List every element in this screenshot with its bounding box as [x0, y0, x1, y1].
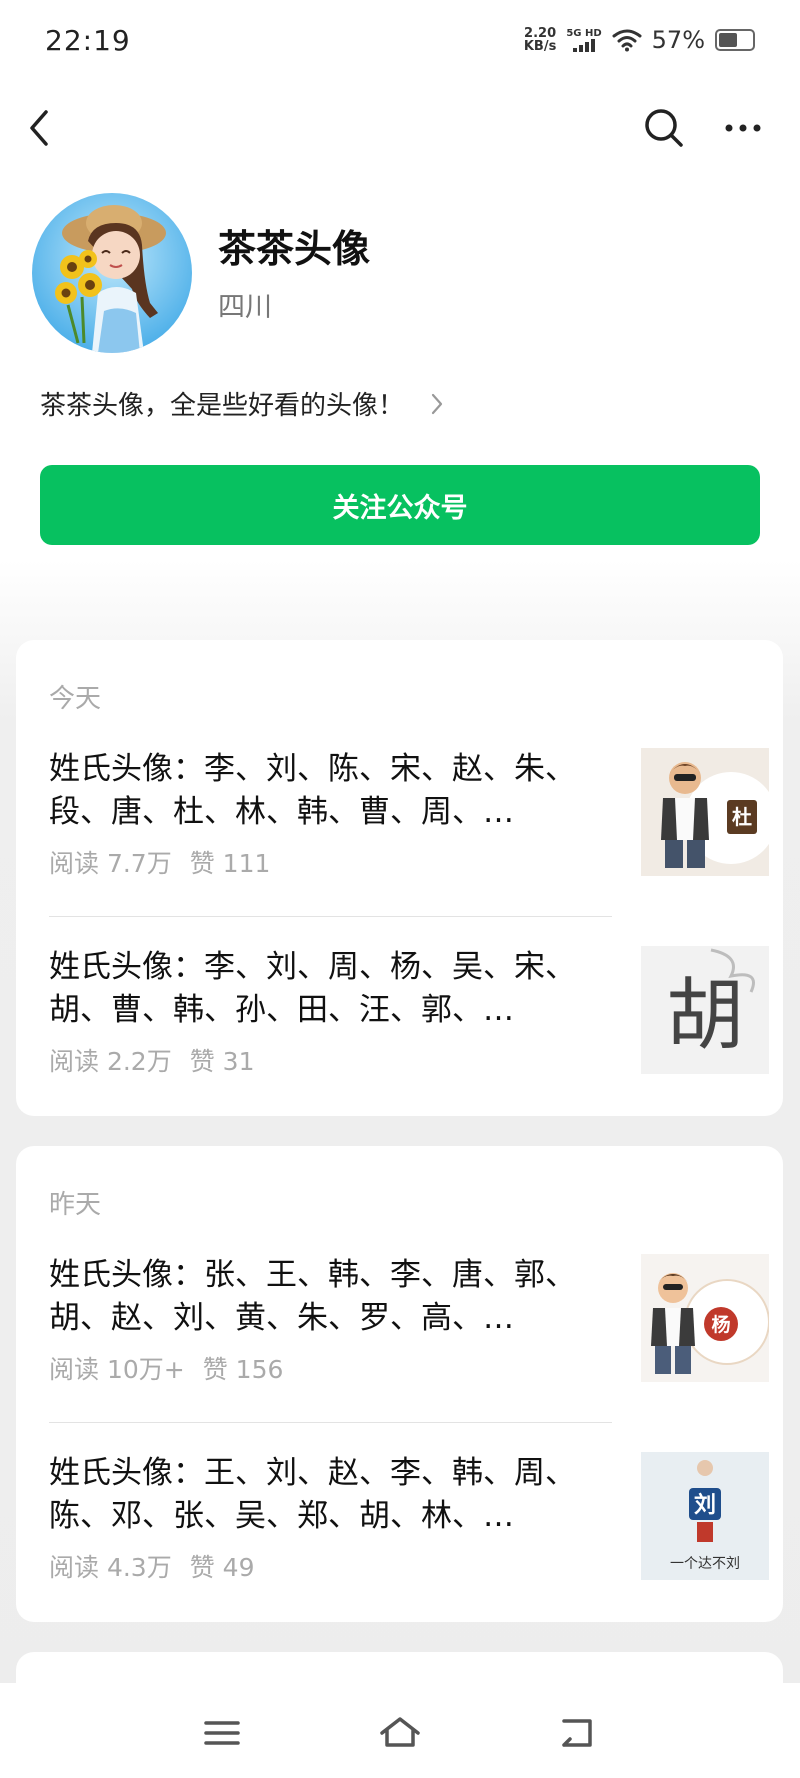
battery-percent: 57% — [651, 26, 705, 54]
svg-text:杨: 杨 — [711, 1313, 730, 1336]
article-meta: 阅读 10万+ 赞 156 — [49, 1350, 283, 1386]
article-thumbnail: 刘 一个达不刘 — [641, 1452, 769, 1580]
article-item[interactable]: 姓氏头像：李、刘、周、杨、吴、宋、胡、曹、韩、孙、田、汪、郭、… 阅读 2.2万… — [49, 946, 769, 1076]
article-item[interactable]: 姓氏头像：王、刘、赵、李、韩、周、陈、邓、张、吴、郑、胡、林、… 阅读 4.3万… — [49, 1452, 769, 1582]
article-title: 姓氏头像：李、刘、周、杨、吴、宋、胡、曹、韩、孙、田、汪、郭、… — [49, 949, 576, 1028]
article-thumbnail: 胡 — [641, 946, 769, 1074]
article-title: 姓氏头像：李、刘、陈、宋、赵、朱、段、唐、杜、林、韩、曹、周、… — [49, 751, 576, 830]
svg-text:一个达不刘: 一个达不刘 — [670, 1556, 740, 1572]
article-meta: 阅读 7.7万赞 111 — [49, 844, 270, 880]
group-date: 昨天 — [49, 1190, 102, 1220]
article-reads: 阅读 7.7万 — [49, 849, 172, 878]
article-thumbnail: 杨 — [641, 1254, 769, 1382]
follow-button[interactable]: 关注公众号 — [40, 465, 760, 545]
article-item[interactable]: 姓氏头像：张、王、韩、李、唐、郭、胡、赵、刘、黄、朱、罗、高、… 阅读 10万+… — [49, 1254, 769, 1384]
back-icon[interactable] — [556, 1713, 600, 1753]
account-intro-text: 茶茶头像，全是些好看的头像！ — [40, 391, 405, 421]
status-time: 22:19 — [45, 24, 131, 57]
article-likes: 赞 31 — [189, 1047, 255, 1076]
article-likes: 赞 111 — [189, 849, 271, 878]
wifi-icon — [612, 29, 642, 52]
chevron-right-icon — [431, 393, 443, 414]
account-region: 四川 — [218, 292, 272, 323]
article-likes: 赞 49 — [189, 1553, 255, 1582]
article-group-today: 今天 姓氏头像：李、刘、陈、宋、赵、朱、段、唐、杜、林、韩、曹、周、… 阅读 7… — [16, 640, 783, 1116]
article-title: 姓氏头像：王、刘、赵、李、韩、周、陈、邓、张、吴、郑、胡、林、… — [49, 1455, 576, 1534]
account-avatar[interactable] — [32, 193, 192, 353]
article-meta: 阅读 2.2万赞 31 — [49, 1042, 254, 1078]
network-speed: 2.20 KB/s — [523, 26, 557, 54]
status-icons: 2.20 KB/s 5G HD 57% — [524, 26, 755, 54]
svg-text:胡: 胡 — [666, 971, 744, 1061]
article-likes: 赞 156 — [202, 1355, 284, 1384]
article-title: 姓氏头像：张、王、韩、李、唐、郭、胡、赵、刘、黄、朱、罗、高、… — [49, 1257, 576, 1336]
article-meta: 阅读 4.3万赞 49 — [49, 1548, 254, 1584]
article-group-yesterday: 昨天 姓氏头像：张、王、韩、李、唐、郭、胡、赵、刘、黄、朱、罗、高、… 阅读 1… — [16, 1146, 783, 1622]
battery-icon — [715, 29, 755, 51]
article-item[interactable]: 姓氏头像：李、刘、陈、宋、赵、朱、段、唐、杜、林、韩、曹、周、… 阅读 7.7万… — [49, 748, 769, 878]
divider — [49, 1422, 612, 1423]
search-icon[interactable] — [643, 107, 685, 149]
article-thumbnail: 杜 — [641, 748, 769, 876]
menu-icon[interactable] — [200, 1713, 244, 1753]
article-reads: 阅读 4.3万 — [49, 1553, 172, 1582]
system-navigation-bar — [0, 1683, 800, 1778]
back-chevron-icon[interactable] — [26, 108, 56, 148]
article-reads: 阅读 10万+ — [49, 1355, 185, 1384]
account-intro[interactable]: 茶茶头像，全是些好看的头像！ — [40, 385, 444, 422]
group-date: 今天 — [49, 684, 102, 714]
status-bar: 22:19 2.20 KB/s 5G HD 57% — [0, 0, 800, 82]
home-icon[interactable] — [378, 1713, 422, 1753]
signal-icon: 5G HD — [566, 28, 602, 52]
svg-text:刘: 刘 — [694, 1492, 716, 1518]
account-name: 茶茶头像 — [218, 227, 371, 271]
article-reads: 阅读 2.2万 — [49, 1047, 172, 1076]
divider — [49, 916, 612, 917]
more-dots-icon[interactable] — [722, 112, 764, 144]
svg-text:杜: 杜 — [732, 805, 752, 829]
